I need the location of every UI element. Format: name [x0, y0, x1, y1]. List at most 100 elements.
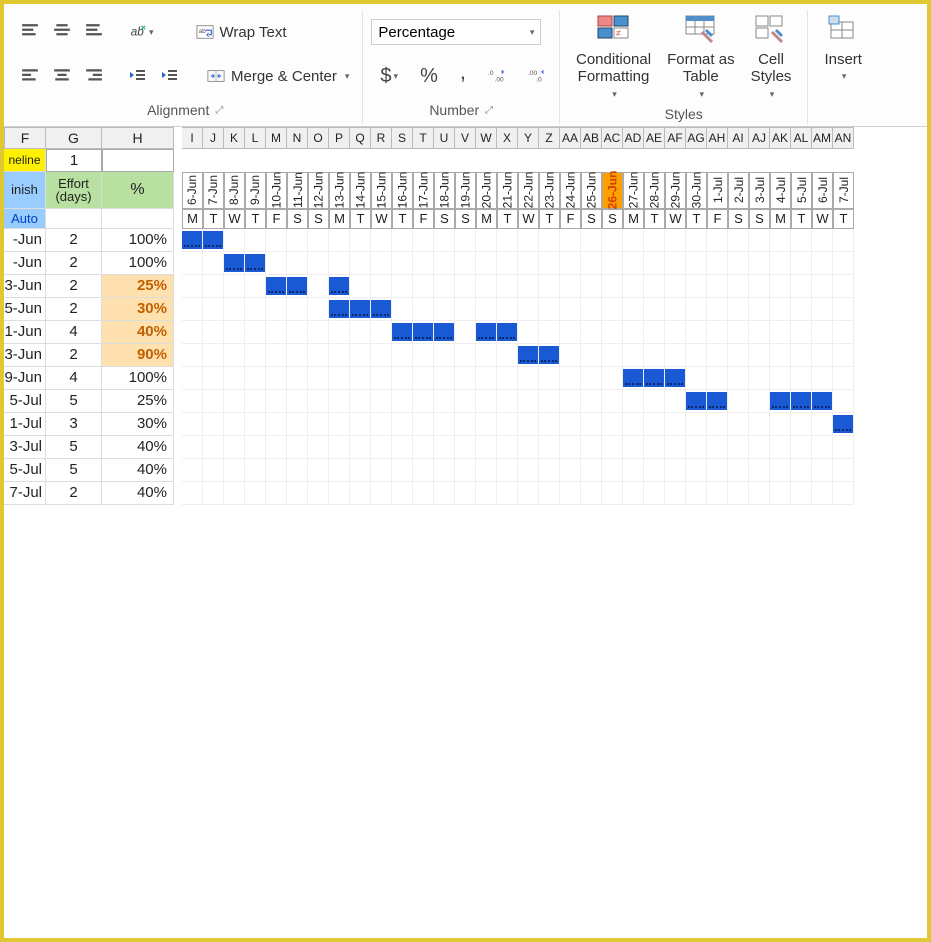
gantt-cell[interactable] — [392, 459, 413, 482]
gantt-cell[interactable] — [287, 459, 308, 482]
gantt-cell[interactable] — [497, 298, 518, 321]
gantt-cell[interactable] — [224, 436, 245, 459]
gantt-cell[interactable] — [245, 344, 266, 367]
gantt-cell[interactable] — [791, 413, 812, 436]
gantt-cell[interactable] — [245, 252, 266, 275]
gantt-cell[interactable] — [791, 275, 812, 298]
gantt-cell[interactable] — [812, 436, 833, 459]
cell-pct[interactable]: 40% — [102, 436, 174, 459]
gantt-cell[interactable] — [350, 413, 371, 436]
colhead-V[interactable]: V — [455, 127, 476, 149]
gantt-cell[interactable] — [602, 298, 623, 321]
gantt-cell[interactable] — [644, 298, 665, 321]
gantt-cell[interactable] — [707, 275, 728, 298]
gantt-cell[interactable] — [644, 367, 665, 390]
gantt-cell[interactable] — [434, 367, 455, 390]
gantt-cell[interactable] — [203, 344, 224, 367]
gantt-cell[interactable] — [308, 229, 329, 252]
gantt-cell[interactable] — [392, 321, 413, 344]
gantt-cell[interactable] — [539, 413, 560, 436]
gantt-cell[interactable] — [686, 436, 707, 459]
gantt-cell[interactable] — [413, 390, 434, 413]
gantt-cell[interactable] — [623, 367, 644, 390]
gantt-cell[interactable] — [245, 321, 266, 344]
colhead-AF[interactable]: AF — [665, 127, 686, 149]
gantt-cell[interactable] — [518, 459, 539, 482]
colhead-AI[interactable]: AI — [728, 127, 749, 149]
gantt-cell[interactable] — [245, 298, 266, 321]
gantt-cell[interactable] — [476, 229, 497, 252]
gantt-cell[interactable] — [434, 482, 455, 505]
gantt-cell[interactable] — [707, 367, 728, 390]
gantt-cell[interactable] — [329, 436, 350, 459]
gantt-cell[interactable] — [455, 367, 476, 390]
gantt-cell[interactable] — [602, 275, 623, 298]
gantt-cell[interactable] — [539, 459, 560, 482]
gantt-cell[interactable] — [770, 367, 791, 390]
gantt-cell[interactable] — [686, 459, 707, 482]
colhead-F[interactable]: F — [4, 127, 46, 149]
gantt-cell[interactable] — [581, 390, 602, 413]
colhead-U[interactable]: U — [434, 127, 455, 149]
gantt-cell[interactable] — [476, 482, 497, 505]
cell-effort[interactable]: 3 — [46, 413, 102, 436]
date-head-6-Jun[interactable]: 6-Jun — [182, 172, 203, 209]
gantt-cell[interactable] — [329, 482, 350, 505]
gantt-cell[interactable] — [644, 482, 665, 505]
colhead-AB[interactable]: AB — [581, 127, 602, 149]
weekday-head[interactable]: F — [266, 209, 287, 229]
gantt-cell[interactable] — [329, 298, 350, 321]
accounting-format-btn[interactable]: $▾ — [375, 60, 403, 93]
gantt-cell[interactable] — [413, 275, 434, 298]
cell-effort[interactable]: 4 — [46, 321, 102, 344]
colhead-AG[interactable]: AG — [686, 127, 707, 149]
gantt-cell[interactable] — [455, 275, 476, 298]
date-head-23-Jun[interactable]: 23-Jun — [539, 172, 560, 209]
gantt-cell[interactable] — [833, 436, 854, 459]
colhead-G[interactable]: G — [46, 127, 102, 149]
gantt-cell[interactable] — [413, 413, 434, 436]
cell-effort[interactable]: 2 — [46, 298, 102, 321]
weekday-head[interactable]: T — [245, 209, 266, 229]
cell-effort[interactable]: 2 — [46, 275, 102, 298]
colhead-I[interactable]: I — [182, 127, 203, 149]
gantt-cell[interactable] — [539, 344, 560, 367]
gantt-cell[interactable] — [476, 367, 497, 390]
colhead-L[interactable]: L — [245, 127, 266, 149]
gantt-cell[interactable] — [203, 229, 224, 252]
gantt-cell[interactable] — [602, 367, 623, 390]
gantt-cell[interactable] — [350, 367, 371, 390]
gantt-cell[interactable] — [329, 459, 350, 482]
gantt-cell[interactable] — [812, 252, 833, 275]
gantt-cell[interactable] — [812, 275, 833, 298]
gantt-cell[interactable] — [245, 459, 266, 482]
gantt-cell[interactable] — [728, 321, 749, 344]
gantt-cell[interactable] — [245, 275, 266, 298]
gantt-cell[interactable] — [623, 413, 644, 436]
gantt-cell[interactable] — [392, 344, 413, 367]
gantt-cell[interactable] — [350, 275, 371, 298]
gantt-cell[interactable] — [833, 252, 854, 275]
colhead-AJ[interactable]: AJ — [749, 127, 770, 149]
gantt-cell[interactable] — [455, 298, 476, 321]
date-head-2-Jul[interactable]: 2-Jul — [728, 172, 749, 209]
increase-decimal-btn[interactable]: .0.00 — [483, 62, 511, 90]
number-format-select[interactable]: Percentage▾ — [371, 19, 541, 45]
weekday-head[interactable]: S — [581, 209, 602, 229]
gantt-cell[interactable] — [224, 413, 245, 436]
weekday-head[interactable]: M — [476, 209, 497, 229]
gantt-cell[interactable] — [581, 321, 602, 344]
gantt-cell[interactable] — [203, 367, 224, 390]
gantt-cell[interactable] — [665, 252, 686, 275]
gantt-cell[interactable] — [371, 482, 392, 505]
hdr-auto[interactable]: Auto — [4, 209, 46, 229]
weekday-head[interactable]: W — [224, 209, 245, 229]
gantt-cell[interactable] — [791, 252, 812, 275]
gantt-cell[interactable] — [308, 459, 329, 482]
gantt-cell[interactable] — [602, 413, 623, 436]
weekday-head[interactable]: M — [182, 209, 203, 229]
gantt-cell[interactable] — [455, 459, 476, 482]
gantt-cell[interactable] — [707, 229, 728, 252]
gantt-cell[interactable] — [539, 367, 560, 390]
weekday-head[interactable]: S — [434, 209, 455, 229]
